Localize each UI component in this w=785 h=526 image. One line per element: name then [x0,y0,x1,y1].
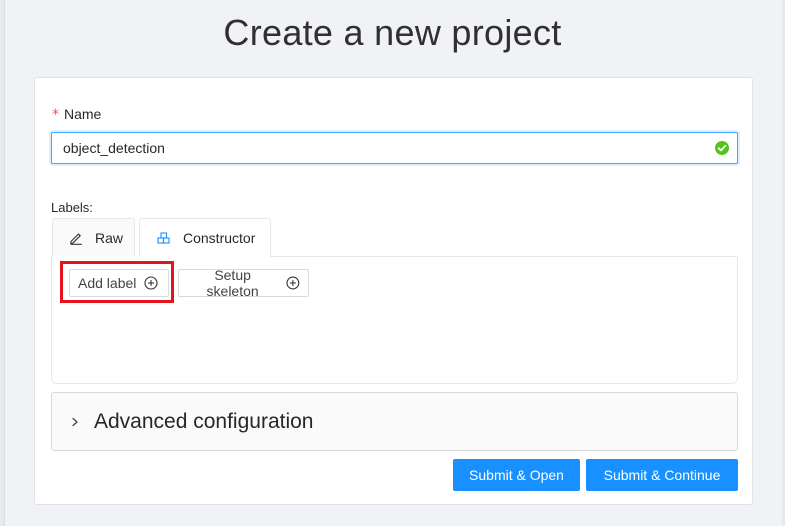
tab-raw[interactable]: Raw [52,218,135,256]
advanced-configuration-collapse[interactable]: Advanced configuration [51,392,738,451]
edit-icon [70,232,82,245]
setup-skeleton-button[interactable]: Setup skeleton [178,267,309,299]
check-circle-icon [715,141,729,155]
chevron-right-icon [72,417,78,426]
name-field-label: * Name [52,106,101,123]
tab-raw-label: Raw [95,229,124,246]
advanced-configuration-label: Advanced configuration [94,409,314,433]
tab-constructor[interactable]: Constructor [139,218,271,257]
add-label-button[interactable]: Add label [69,269,169,297]
tab-constructor-label: Constructor [183,230,256,246]
labels-field-label: Labels: [51,200,93,215]
window-left-edge [0,0,5,526]
plus-circle-icon [286,276,300,290]
page-title: Create a new project [223,12,562,53]
setup-skeleton-text: Setup skeleton [206,267,259,299]
create-project-form: *Name Labels: Raw Constructor Add label … [34,77,753,505]
name-label-text: Name [64,106,102,122]
plus-circle-icon [144,276,158,290]
build-icon [157,232,170,244]
required-mark: * [52,107,59,123]
name-input[interactable] [51,132,738,164]
submit-continue-button[interactable]: Submit & Continue [586,459,738,491]
submit-open-button[interactable]: Submit & Open [453,459,580,491]
add-label-text: Add label [78,275,137,291]
